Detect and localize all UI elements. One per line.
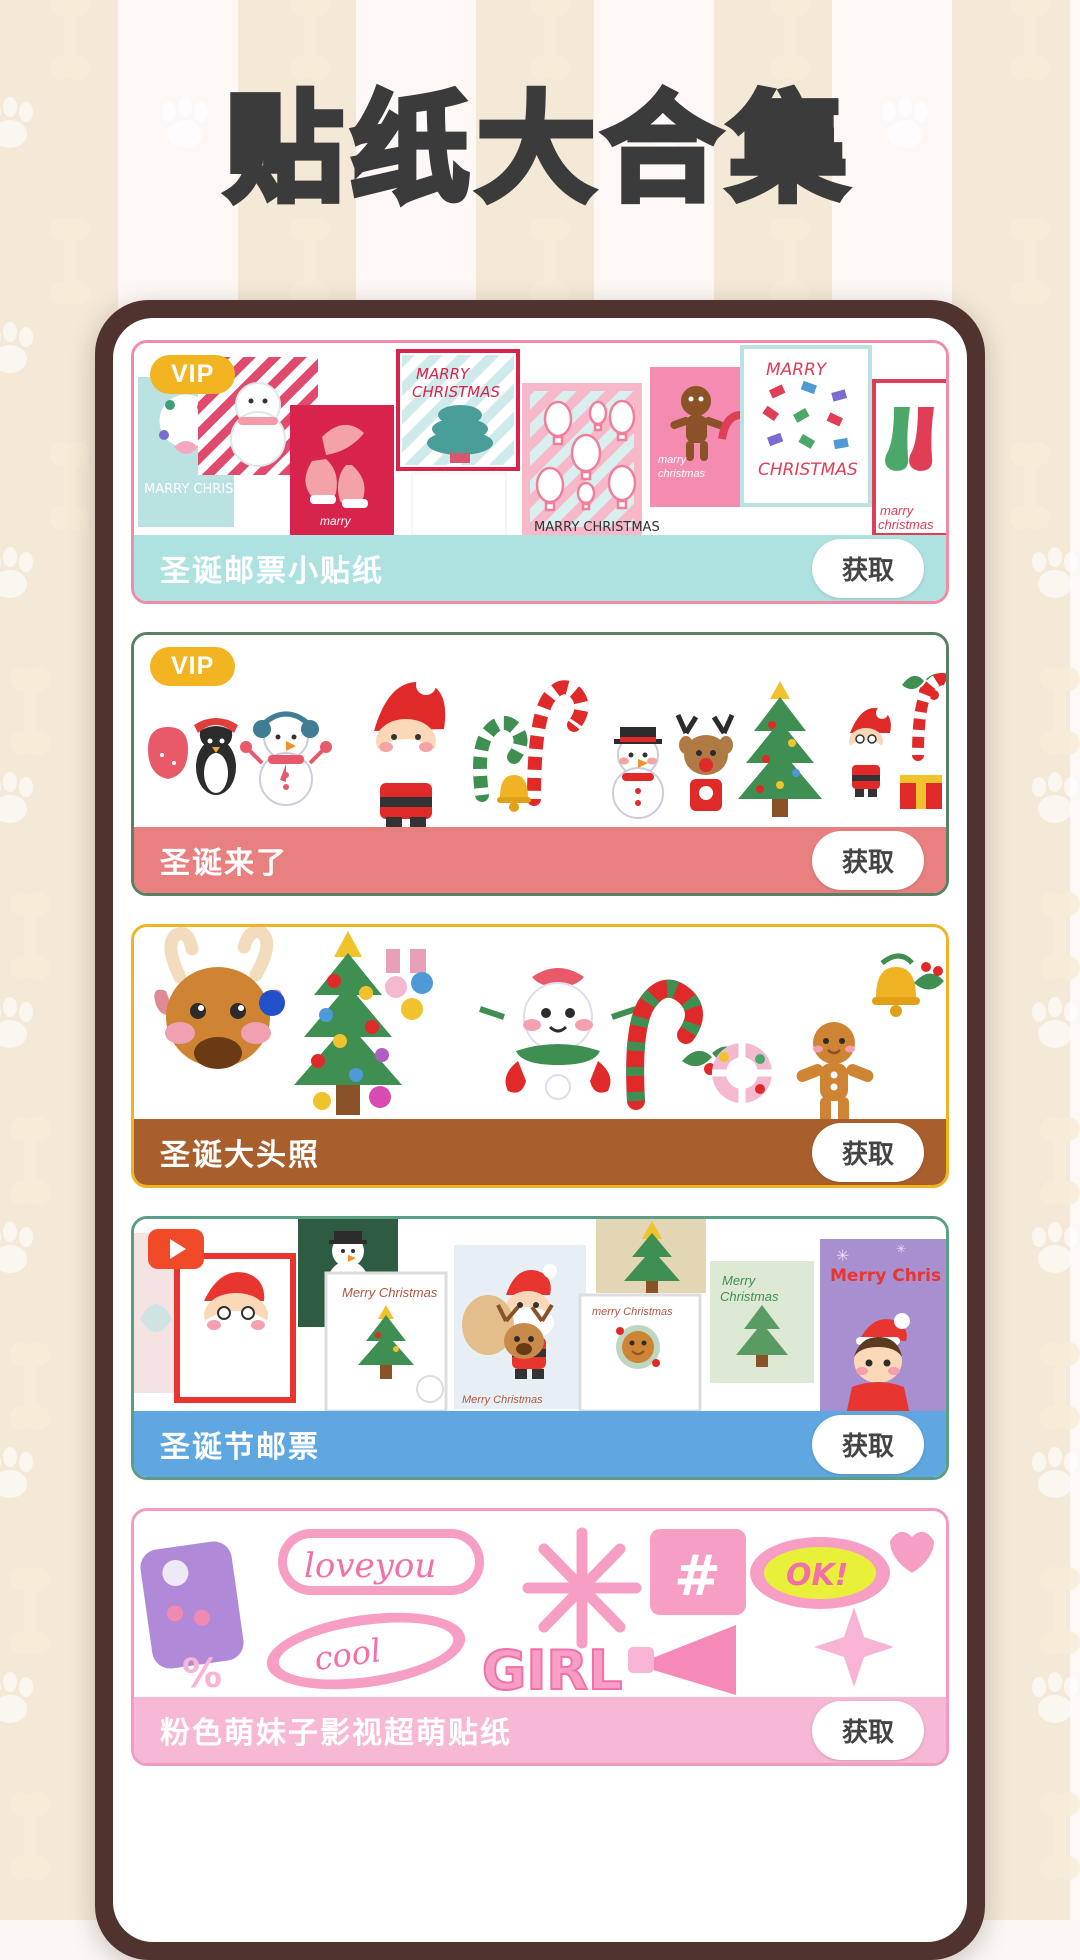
card-artwork (134, 927, 946, 1119)
svg-text:GIRL: GIRL (482, 1639, 622, 1697)
card-footer: 圣诞节邮票 获取 (134, 1411, 946, 1477)
get-button[interactable]: 获取 (811, 1122, 924, 1182)
svg-text:✳: ✳ (896, 1242, 906, 1256)
card-title: 粉色萌妹子影视超萌贴纸 (160, 1717, 512, 1750)
svg-text:OK!: OK! (786, 1558, 848, 1593)
get-button[interactable]: 获取 (811, 538, 924, 598)
svg-text:loveyou: loveyou (304, 1546, 436, 1586)
svg-text:marry: marry (880, 503, 915, 518)
phone-screen: VIP MARRY CHRISTMAS marry MARRY CHRISTMA… (113, 318, 967, 1942)
card-title: 圣诞大头照 (160, 1139, 320, 1172)
card-footer: 圣诞来了 获取 (134, 827, 946, 893)
svg-text:christmas: christmas (658, 468, 706, 480)
svg-text:Merry Christmas: Merry Christmas (462, 1394, 543, 1406)
svg-text:✳: ✳ (836, 1248, 849, 1265)
svg-text:Christmas: Christmas (720, 1289, 779, 1304)
phone-frame: VIP MARRY CHRISTMAS marry MARRY CHRISTMA… (95, 300, 985, 1960)
svg-text:MARRY: MARRY (766, 360, 828, 380)
get-button[interactable]: 获取 (811, 1414, 924, 1474)
svg-text:%: % (182, 1651, 222, 1697)
svg-text:MARRY: MARRY (416, 365, 471, 383)
sticker-card-christmas-big-head[interactable]: 圣诞大头照 获取 (131, 924, 949, 1188)
get-button[interactable]: 获取 (811, 830, 924, 890)
svg-text:marry: marry (320, 514, 352, 528)
svg-text:Merry Christmas: Merry Christmas (342, 1285, 438, 1300)
svg-text:MARRY CHRISTMAS: MARRY CHRISTMAS (534, 520, 660, 535)
sticker-card-girly-stickers[interactable]: loveyou cool % GIRL # OK! 粉色萌妹子影视超萌贴纸 获取 (131, 1508, 949, 1766)
sticker-card-christmas-postage[interactable]: Merry Christmas Merry Christmas merry Ch… (131, 1216, 949, 1480)
card-artwork: Merry Christmas Merry Christmas merry Ch… (134, 1219, 946, 1411)
sticker-card-christmas-stamps-small[interactable]: VIP MARRY CHRISTMAS marry MARRY CHRISTMA… (131, 340, 949, 604)
svg-text:CHRISTMAS: CHRISTMAS (412, 383, 500, 401)
svg-text:MARRY CHRISTMAS: MARRY CHRISTMAS (144, 482, 270, 497)
svg-text:CHRISTMAS: CHRISTMAS (758, 460, 858, 480)
svg-text:christmas: christmas (878, 517, 934, 532)
card-footer: 粉色萌妹子影视超萌贴纸 获取 (134, 1697, 946, 1763)
sticker-card-christmas-is-coming[interactable]: VIP 圣诞来了 获取 (131, 632, 949, 896)
svg-text:marry: marry (658, 454, 688, 466)
card-footer: 圣诞大头照 获取 (134, 1119, 946, 1185)
vip-badge: VIP (150, 647, 236, 686)
card-footer: 圣诞邮票小贴纸 获取 (134, 535, 946, 601)
svg-text:#: # (674, 1544, 721, 1609)
get-button[interactable]: 获取 (811, 1700, 924, 1760)
card-title: 圣诞来了 (160, 847, 288, 880)
card-artwork: loveyou cool % GIRL # OK! (134, 1511, 946, 1697)
svg-text:merry Christmas: merry Christmas (592, 1306, 673, 1318)
card-title: 圣诞邮票小贴纸 (160, 555, 384, 588)
card-artwork: VIP MARRY CHRISTMAS marry MARRY CHRISTMA… (134, 343, 946, 535)
play-icon (148, 1229, 204, 1269)
card-title: 圣诞节邮票 (160, 1431, 320, 1464)
page-title: 贴纸大合集 (222, 80, 855, 218)
vip-badge: VIP (150, 355, 236, 394)
svg-text:Merry: Merry (722, 1273, 757, 1288)
svg-text:Merry Chris: Merry Chris (830, 1266, 941, 1286)
card-artwork: VIP (134, 635, 946, 827)
